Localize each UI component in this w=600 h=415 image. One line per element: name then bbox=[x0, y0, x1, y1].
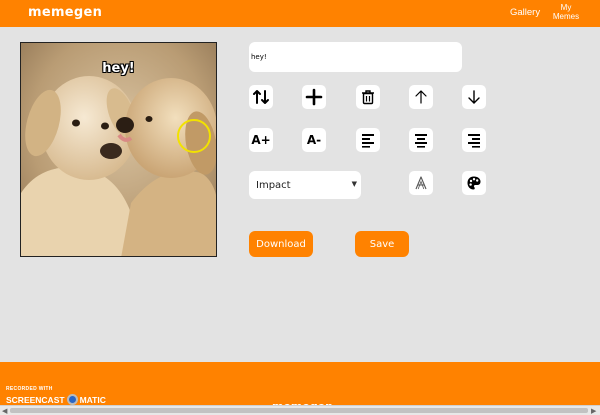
horizontal-scrollbar[interactable]: ◀ ▶ bbox=[0, 405, 600, 415]
align-left-icon bbox=[362, 134, 374, 148]
add-line-button[interactable] bbox=[302, 85, 326, 109]
up-down-arrows-icon bbox=[253, 90, 269, 104]
nav-gallery-link[interactable]: Gallery bbox=[510, 7, 540, 18]
download-button[interactable]: Download bbox=[249, 231, 313, 257]
meme-text-input[interactable] bbox=[249, 42, 462, 72]
align-right-button[interactable] bbox=[462, 128, 486, 152]
scroll-left-icon[interactable]: ◀ bbox=[2, 407, 7, 415]
meme-canvas[interactable]: hey! bbox=[20, 42, 217, 257]
logo[interactable]: memegen bbox=[28, 5, 102, 20]
decrease-font-label: A- bbox=[306, 133, 322, 147]
fill-color-button[interactable] bbox=[462, 171, 486, 195]
watermark-left-text: SCREENCAST bbox=[6, 394, 65, 405]
trash-icon bbox=[362, 90, 374, 105]
align-right-icon bbox=[468, 134, 480, 148]
move-down-button[interactable] bbox=[462, 85, 486, 109]
watermark-right-text: MATIC bbox=[79, 394, 106, 405]
meme-text-line[interactable]: hey! bbox=[21, 61, 216, 76]
header: memegen Gallery My Memes bbox=[0, 0, 600, 27]
arrow-down-icon bbox=[468, 90, 480, 104]
palette-icon bbox=[467, 176, 481, 190]
recording-watermark: RECORDED WITH SCREENCAST MATIC bbox=[6, 386, 106, 405]
move-up-button[interactable] bbox=[409, 85, 433, 109]
align-center-icon bbox=[415, 134, 427, 148]
align-left-button[interactable] bbox=[356, 128, 380, 152]
decrease-font-button[interactable]: A- bbox=[302, 128, 326, 152]
arrow-up-icon bbox=[415, 90, 427, 104]
screencast-logo-icon bbox=[66, 394, 78, 405]
increase-font-button[interactable]: A+ bbox=[249, 128, 273, 152]
scroll-right-icon[interactable]: ▶ bbox=[591, 407, 596, 415]
plus-icon bbox=[305, 88, 323, 106]
align-center-button[interactable] bbox=[409, 128, 433, 152]
chevron-down-icon: ▼ bbox=[351, 180, 357, 188]
switch-lines-button[interactable] bbox=[249, 85, 273, 109]
outlined-a-icon bbox=[415, 176, 427, 190]
save-button[interactable]: Save bbox=[355, 231, 409, 257]
increase-font-label: A+ bbox=[251, 133, 271, 147]
delete-line-button[interactable] bbox=[356, 85, 380, 109]
font-select-value: Impact bbox=[256, 179, 291, 191]
cursor-highlight-icon bbox=[177, 119, 211, 153]
nav-my-memes-link[interactable]: My Memes bbox=[548, 3, 584, 21]
scrollbar-thumb[interactable] bbox=[10, 408, 588, 413]
font-family-select[interactable]: Impact ▼ bbox=[249, 171, 361, 199]
stroke-color-button[interactable] bbox=[409, 171, 433, 195]
watermark-top-text: RECORDED WITH bbox=[6, 386, 53, 392]
